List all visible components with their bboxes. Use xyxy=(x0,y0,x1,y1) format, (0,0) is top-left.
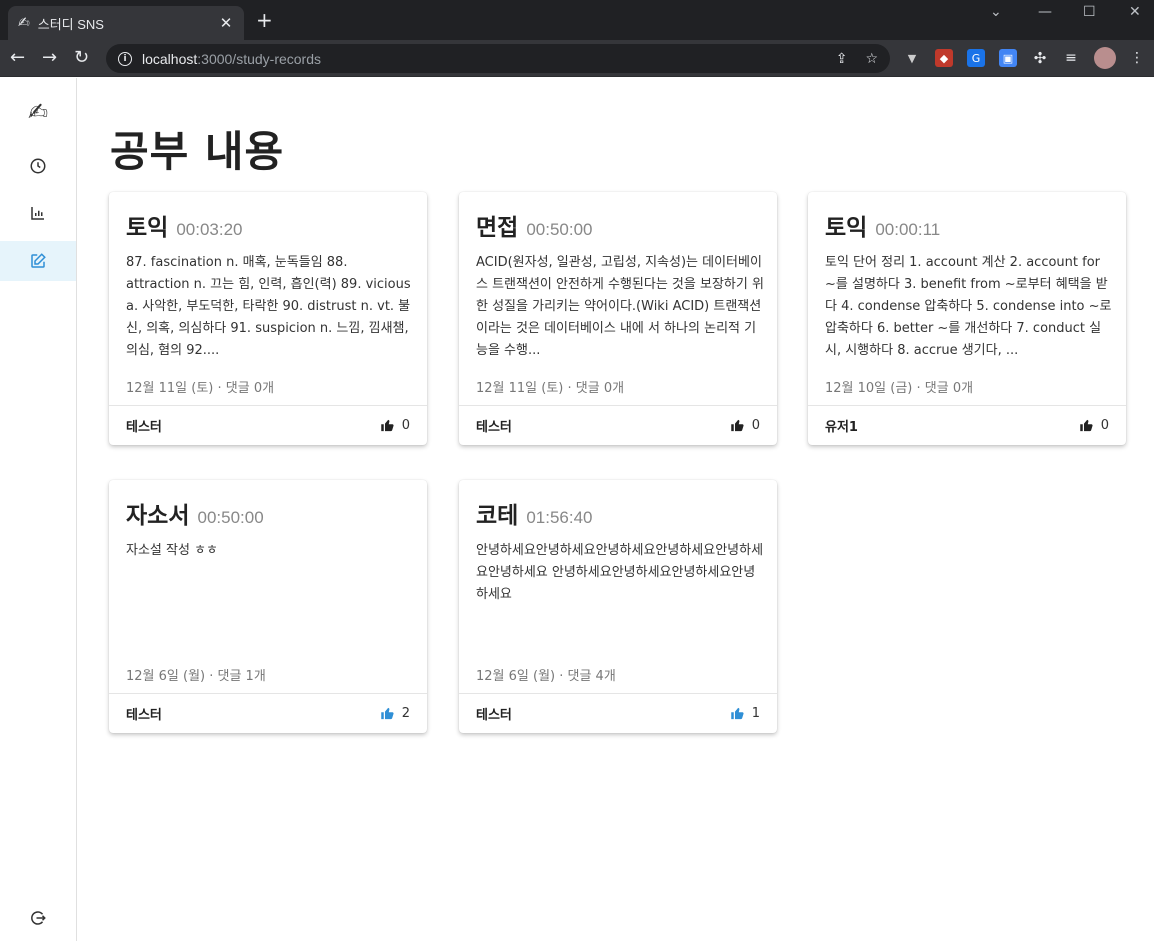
card-content: ACID(원자성, 일관성, 고립성, 지속성)는 데이터베이스 트랜잭션이 안… xyxy=(476,255,764,358)
card-author[interactable]: 테스터 xyxy=(126,416,380,435)
thumbs-up-icon xyxy=(380,707,394,720)
tab-close-icon[interactable]: ✕ xyxy=(218,14,234,32)
address-bar[interactable]: i localhost:3000/study-records ⇪ ☆ xyxy=(106,44,890,73)
like-button[interactable]: 2 xyxy=(380,706,410,721)
extensions-puzzle-icon[interactable]: ✣ xyxy=(1031,49,1049,67)
sidebar-item-history[interactable] xyxy=(0,146,76,186)
card-footer: 테스터 0 xyxy=(459,405,777,445)
new-tab-icon[interactable]: + xyxy=(256,10,273,30)
card-meta: 12월 11일 (토) · 댓글 0개 xyxy=(126,381,275,396)
page-title: 공부 내용 xyxy=(110,127,285,176)
bookmark-star-icon[interactable]: ☆ xyxy=(865,51,878,67)
sidebar-item-stats[interactable] xyxy=(0,193,76,233)
extension-translate-icon[interactable]: G xyxy=(967,49,985,67)
card-meta: 12월 6일 (월) · 댓글 1개 xyxy=(126,669,266,684)
study-record-card[interactable]: 토익 00:03:20 87. fascination n. 매혹, 눈독들임 … xyxy=(109,192,427,445)
back-icon[interactable]: ← xyxy=(10,48,25,68)
sidebar-item-records[interactable] xyxy=(0,241,76,281)
media-playlist-icon[interactable]: ≡ xyxy=(1062,49,1080,67)
card-subject: 토익 xyxy=(825,215,868,241)
site-info-icon[interactable]: i xyxy=(118,51,132,66)
card-meta: 12월 6일 (월) · 댓글 4개 xyxy=(476,669,616,684)
card-author[interactable]: 유저1 xyxy=(825,416,1079,435)
thumbs-up-icon xyxy=(730,419,744,432)
window-close-icon[interactable]: ✕ xyxy=(1129,4,1141,20)
like-count: 1 xyxy=(751,706,760,721)
card-meta: 12월 10일 (금) · 댓글 0개 xyxy=(825,381,974,396)
like-count: 2 xyxy=(401,706,410,721)
forward-icon[interactable]: → xyxy=(42,48,57,68)
card-subject: 코테 xyxy=(476,503,519,529)
browser-tab[interactable]: ✍ 스터디 SNS ✕ xyxy=(8,6,244,40)
study-record-card[interactable]: 자소서 00:50:00 자소설 작성 ㅎㅎ 12월 6일 (월) · 댓글 1… xyxy=(109,480,427,733)
extension-game-icon[interactable]: ◆ xyxy=(935,49,953,67)
minimize-icon[interactable]: — xyxy=(1038,4,1052,20)
app-logo-icon[interactable]: ✍ xyxy=(0,92,76,132)
tab-search-icon[interactable]: ⌄ xyxy=(990,4,1002,20)
browser-toolbar: ← → ↻ i localhost:3000/study-records ⇪ ☆… xyxy=(0,40,1154,77)
main-content: 공부 내용 토익 00:03:20 87. fascination n. 매혹,… xyxy=(77,78,1154,941)
like-count: 0 xyxy=(1100,418,1109,433)
thumbs-up-icon xyxy=(380,419,394,432)
card-author[interactable]: 테스터 xyxy=(476,704,730,723)
like-button[interactable]: 1 xyxy=(730,706,760,721)
card-content: 87. fascination n. 매혹, 눈독들임 88. attracti… xyxy=(126,255,411,358)
card-content: 자소설 작성 ㅎㅎ xyxy=(126,543,218,558)
like-count: 0 xyxy=(401,418,410,433)
card-author[interactable]: 테스터 xyxy=(476,416,730,435)
card-footer: 유저1 0 xyxy=(808,405,1126,445)
maximize-icon[interactable]: ☐ xyxy=(1083,4,1096,20)
card-study-time: 01:56:40 xyxy=(526,508,593,527)
card-footer: 테스터 0 xyxy=(109,405,427,445)
url-text[interactable]: localhost:3000/study-records xyxy=(142,51,818,67)
card-content: 안녕하세요안녕하세요안녕하세요안녕하세요안녕하세요안녕하세요 안녕하세요안녕하세… xyxy=(476,543,764,602)
like-count: 0 xyxy=(751,418,760,433)
card-study-time: 00:50:00 xyxy=(197,508,264,527)
card-footer: 테스터 2 xyxy=(109,693,427,733)
thumbs-up-icon xyxy=(1079,419,1093,432)
card-meta: 12월 11일 (토) · 댓글 0개 xyxy=(476,381,625,396)
card-subject: 토익 xyxy=(126,215,169,241)
extension-screen-icon[interactable]: ▣ xyxy=(999,49,1017,67)
study-record-card[interactable]: 토익 00:00:11 토익 단어 정리 1. account 계산 2. ac… xyxy=(808,192,1126,445)
browser-tab-strip: ✍ 스터디 SNS ✕ + ⌄ — ☐ ✕ xyxy=(0,0,1154,40)
card-study-time: 00:50:00 xyxy=(526,220,593,239)
card-subject: 자소서 xyxy=(126,503,190,529)
logout-icon xyxy=(31,911,46,925)
card-content: 토익 단어 정리 1. account 계산 2. account for ~를… xyxy=(825,255,1112,358)
card-author[interactable]: 테스터 xyxy=(126,704,380,723)
like-button[interactable]: 0 xyxy=(380,418,410,433)
card-subject: 면접 xyxy=(476,215,519,241)
profile-avatar[interactable] xyxy=(1094,47,1116,69)
thumbs-up-icon xyxy=(730,707,744,720)
card-study-time: 00:00:11 xyxy=(875,220,941,239)
tab-title: 스터디 SNS xyxy=(37,16,104,32)
bar-chart-icon xyxy=(31,207,44,220)
tab-favicon: ✍ xyxy=(18,15,30,31)
edit-icon xyxy=(31,253,46,268)
study-record-card[interactable]: 코테 01:56:40 안녕하세요안녕하세요안녕하세요안녕하세요안녕하세요안녕하… xyxy=(459,480,777,733)
like-button[interactable]: 0 xyxy=(1079,418,1109,433)
clock-icon xyxy=(30,158,46,174)
more-menu-icon[interactable]: ⋮ xyxy=(1128,49,1146,67)
reload-icon[interactable]: ↻ xyxy=(74,48,89,68)
study-record-card[interactable]: 면접 00:50:00 ACID(원자성, 일관성, 고립성, 지속성)는 데이… xyxy=(459,192,777,445)
card-study-time: 00:03:20 xyxy=(176,220,243,239)
sidebar-logout[interactable] xyxy=(0,898,76,938)
extension-v-icon[interactable]: ▼ xyxy=(903,49,921,67)
sidebar: ✍ xyxy=(0,78,77,941)
card-footer: 테스터 1 xyxy=(459,693,777,733)
share-icon[interactable]: ⇪ xyxy=(836,51,848,67)
like-button[interactable]: 0 xyxy=(730,418,760,433)
